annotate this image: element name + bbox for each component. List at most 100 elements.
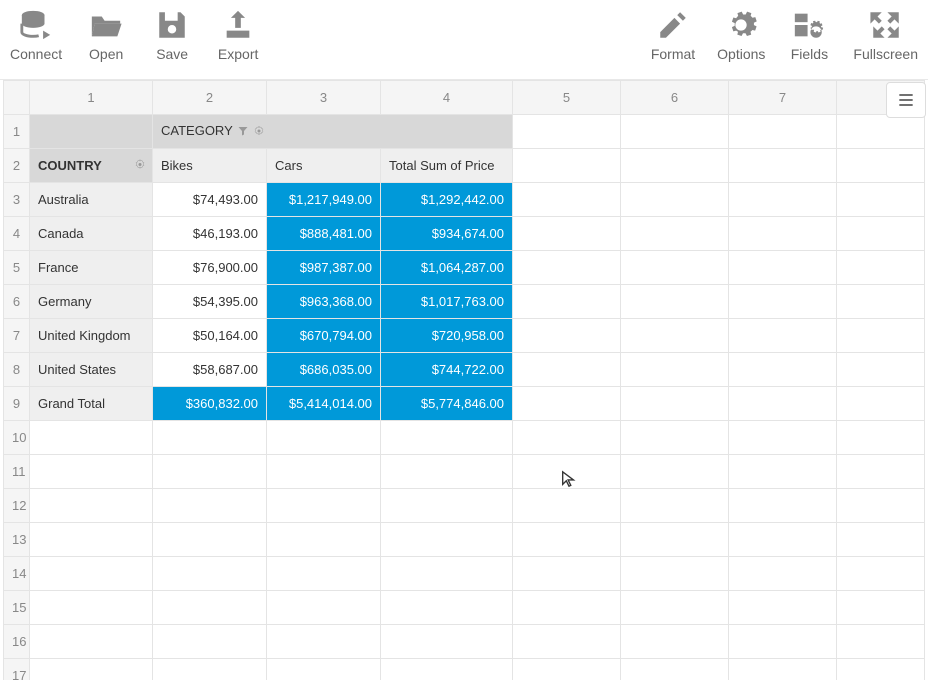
grand-total-row: 9Grand Total$360,832.00$5,414,014.00$5,7… [4,387,925,421]
cell-bikes[interactable]: $360,832.00 [153,387,267,421]
format-button[interactable]: Format [651,8,695,62]
column-number[interactable]: 2 [153,81,267,115]
cell-bikes[interactable]: $58,687.00 [153,353,267,387]
pivot-table: 12345671CATEGORY2COUNTRYBikesCarsTotal S… [3,80,925,680]
row-number[interactable]: 9 [4,387,30,421]
empty-row: 14 [4,557,925,591]
column-number[interactable]: 3 [267,81,381,115]
row-number[interactable]: 11 [4,455,30,489]
cell-cars[interactable]: $5,414,014.00 [267,387,381,421]
cell-total[interactable]: $934,674.00 [381,217,513,251]
open-label: Open [89,46,123,62]
cell-bikes[interactable]: $50,164.00 [153,319,267,353]
cell-bikes[interactable]: $54,395.00 [153,285,267,319]
grand-total-label[interactable]: Grand Total [30,387,153,421]
row-number[interactable]: 2 [4,149,30,183]
export-label: Export [218,46,258,62]
empty-row: 16 [4,625,925,659]
cell-total[interactable]: $5,774,846.00 [381,387,513,421]
cell-total[interactable]: $744,722.00 [381,353,513,387]
fields-label: Fields [791,46,828,62]
gear-icon[interactable] [134,158,146,173]
row-number[interactable]: 13 [4,523,30,557]
column-header[interactable]: Cars [267,149,381,183]
category-header[interactable]: CATEGORY [153,115,513,149]
gear-icon[interactable] [253,125,265,140]
toolbar-left: Connect Open Save Export [10,8,260,62]
cell-total[interactable]: $1,017,763.00 [381,285,513,319]
column-header[interactable]: Bikes [153,149,267,183]
country-header[interactable]: COUNTRY [30,149,153,183]
row-number[interactable]: 16 [4,625,30,659]
cell-cars[interactable]: $686,035.00 [267,353,381,387]
export-button[interactable]: Export [216,8,260,62]
column-number-row: 1234567 [4,81,925,115]
cell-cars[interactable]: $888,481.00 [267,217,381,251]
empty-row: 11 [4,455,925,489]
save-icon [154,8,190,42]
fields-button[interactable]: Fields [787,8,831,62]
column-number[interactable]: 5 [513,81,621,115]
row-number[interactable]: 1 [4,115,30,149]
table-row: 3Australia$74,493.00$1,217,949.00$1,292,… [4,183,925,217]
row-header-country[interactable]: United Kingdom [30,319,153,353]
cell-total[interactable]: $1,064,287.00 [381,251,513,285]
column-headers-row: 2 COUNTRY BikesCarsTotal Sum of Price [4,149,925,183]
format-label: Format [651,46,695,62]
cell-cars[interactable]: $670,794.00 [267,319,381,353]
fullscreen-button[interactable]: Fullscreen [853,8,918,62]
row-number[interactable]: 5 [4,251,30,285]
row-header-country[interactable]: Australia [30,183,153,217]
table-row: 6Germany$54,395.00$963,368.00$1,017,763.… [4,285,925,319]
options-label: Options [717,46,765,62]
fields-icon [791,8,827,42]
column-number[interactable]: 7 [729,81,837,115]
row-header-country[interactable]: United States [30,353,153,387]
row-number[interactable]: 6 [4,285,30,319]
cell-total[interactable]: $1,292,442.00 [381,183,513,217]
fullscreen-label: Fullscreen [853,46,918,62]
row-number[interactable]: 4 [4,217,30,251]
cell-total[interactable]: $720,958.00 [381,319,513,353]
row-number[interactable]: 7 [4,319,30,353]
cell-cars[interactable]: $987,387.00 [267,251,381,285]
column-number[interactable]: 4 [381,81,513,115]
connect-button[interactable]: Connect [10,8,62,62]
grid-menu-button[interactable] [886,82,926,118]
row-number[interactable]: 12 [4,489,30,523]
table-row: 5France$76,900.00$987,387.00$1,064,287.0… [4,251,925,285]
pivot-corner[interactable] [30,115,153,149]
cell-cars[interactable]: $1,217,949.00 [267,183,381,217]
pivot-grid: 12345671CATEGORY2COUNTRYBikesCarsTotal S… [0,80,928,680]
row-number[interactable]: 14 [4,557,30,591]
empty-row: 13 [4,523,925,557]
row-header-country[interactable]: Canada [30,217,153,251]
empty-row: 17 [4,659,925,680]
row-number[interactable]: 10 [4,421,30,455]
category-header-row: 1 CATEGORY [4,115,925,149]
column-number[interactable]: 6 [621,81,729,115]
cell-bikes[interactable]: $74,493.00 [153,183,267,217]
row-header-country[interactable]: France [30,251,153,285]
cell-cars[interactable]: $963,368.00 [267,285,381,319]
table-row: 7United Kingdom$50,164.00$670,794.00$720… [4,319,925,353]
cell-bikes[interactable]: $46,193.00 [153,217,267,251]
open-button[interactable]: Open [84,8,128,62]
row-number[interactable]: 8 [4,353,30,387]
save-button[interactable]: Save [150,8,194,62]
column-number[interactable]: 1 [30,81,153,115]
country-label: COUNTRY [38,158,102,173]
row-number[interactable]: 3 [4,183,30,217]
options-button[interactable]: Options [717,8,765,62]
gear-icon [723,8,759,42]
cell-bikes[interactable]: $76,900.00 [153,251,267,285]
column-header[interactable]: Total Sum of Price [381,149,513,183]
empty-row: 10 [4,421,925,455]
filter-icon[interactable] [237,125,249,140]
row-number[interactable]: 15 [4,591,30,625]
row-header-country[interactable]: Germany [30,285,153,319]
empty-row: 12 [4,489,925,523]
hamburger-icon [896,90,916,110]
row-number[interactable]: 17 [4,659,30,680]
folder-open-icon [88,8,124,42]
